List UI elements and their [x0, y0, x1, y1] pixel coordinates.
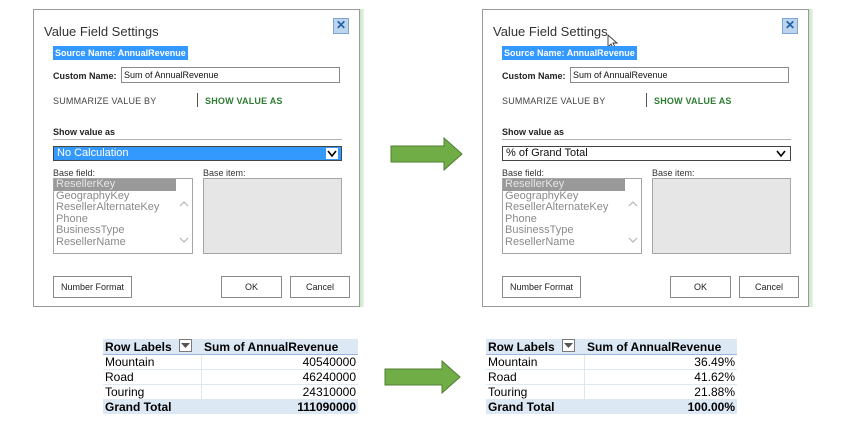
chevron-down-icon[interactable] — [775, 148, 787, 159]
pivot-table-after: Row Labels Sum of AnnualRevenue Mountain… — [486, 339, 737, 414]
base-item-list[interactable] — [652, 178, 791, 254]
custom-name-input[interactable]: Sum of AnnualRevenue — [121, 67, 340, 83]
grand-total-label: Grand Total — [486, 399, 585, 414]
cancel-button[interactable]: Cancel — [290, 276, 350, 298]
grand-total-row: Grand Total 100.00% — [486, 399, 737, 414]
row-labels-header: Row Labels — [103, 339, 202, 355]
list-item[interactable]: BusinessType — [54, 224, 176, 237]
table-row: Touring 21.88% — [486, 384, 737, 400]
base-field-list[interactable]: ResellerKey GeographyKey ResellerAlterna… — [502, 178, 642, 254]
arrow-right-icon — [384, 360, 461, 394]
cancel-button[interactable]: Cancel — [739, 276, 799, 298]
list-item[interactable]: ResellerAlternateKey — [503, 201, 625, 214]
section-divider — [53, 139, 342, 140]
pivot-header-row: Row Labels Sum of AnnualRevenue — [486, 339, 737, 355]
base-item-label: Base item: — [652, 168, 695, 178]
tab-summarize-value-by[interactable]: SUMMARIZE VALUE BY — [502, 96, 605, 106]
scroll-up-icon[interactable] — [628, 195, 638, 207]
row-value: 40540000 — [201, 354, 358, 370]
scroll-up-icon[interactable] — [179, 195, 189, 207]
tab-separator — [646, 93, 647, 107]
table-row: Mountain 40540000 — [103, 354, 358, 370]
close-icon[interactable]: ✕ — [333, 18, 349, 34]
list-item[interactable]: ResellerKey — [503, 179, 625, 191]
row-value: 41.62% — [584, 369, 737, 385]
source-name: Source Name: AnnualRevenue — [53, 46, 188, 60]
row-value: 46240000 — [201, 369, 358, 385]
base-item-label: Base item: — [203, 168, 246, 178]
table-row: Road 46240000 — [103, 369, 358, 385]
value-field-settings-dialog-after: Value Field Settings ✕ Source Name: Annu… — [482, 9, 809, 307]
row-value: 36.49% — [584, 354, 737, 370]
custom-name-label: Custom Name: — [502, 71, 566, 81]
sheet-edge — [360, 9, 364, 307]
tab-separator — [197, 93, 198, 107]
filter-dropdown-icon[interactable] — [179, 339, 193, 352]
grand-total-value: 111090000 — [201, 399, 358, 414]
value-field-settings-dialog-before: Value Field Settings ✕ Source Name: Annu… — [33, 9, 360, 307]
row-label: Mountain — [103, 354, 202, 370]
custom-name-input[interactable]: Sum of AnnualRevenue — [570, 67, 789, 83]
values-header: Sum of AnnualRevenue — [201, 339, 358, 355]
pivot-header-row: Row Labels Sum of AnnualRevenue — [103, 339, 358, 355]
base-field-label: Base field: — [53, 168, 96, 178]
base-field-list[interactable]: ResellerKey GeographyKey ResellerAlterna… — [53, 178, 193, 254]
list-item[interactable]: ResellerName — [503, 236, 625, 249]
table-row: Mountain 36.49% — [486, 354, 737, 370]
tab-show-value-as[interactable]: SHOW VALUE AS — [205, 96, 283, 106]
section-divider — [502, 139, 791, 140]
list-item[interactable]: ResellerName — [54, 236, 176, 249]
chevron-down-icon[interactable] — [326, 148, 338, 159]
list-item[interactable]: BusinessType — [503, 224, 625, 237]
scroll-down-icon[interactable] — [179, 231, 189, 243]
row-label: Road — [486, 369, 585, 385]
table-row: Road 41.62% — [486, 369, 737, 385]
arrow-right-icon — [390, 137, 463, 171]
calculation-select[interactable]: % of Grand Total — [502, 146, 791, 161]
list-item[interactable]: ResellerAlternateKey — [54, 201, 176, 214]
values-header: Sum of AnnualRevenue — [584, 339, 737, 355]
base-field-label: Base field: — [502, 168, 545, 178]
grand-total-label: Grand Total — [103, 399, 202, 414]
source-name: Source Name: AnnualRevenue — [502, 46, 637, 60]
row-value: 24310000 — [201, 384, 358, 400]
calculation-select-value: No Calculation — [57, 147, 129, 159]
close-icon[interactable]: ✕ — [782, 18, 798, 34]
grand-total-value: 100.00% — [584, 399, 737, 414]
ok-button[interactable]: OK — [221, 276, 282, 298]
row-label: Mountain — [486, 354, 585, 370]
tab-summarize-value-by[interactable]: SUMMARIZE VALUE BY — [53, 96, 156, 106]
filter-dropdown-icon[interactable] — [562, 339, 576, 352]
pivot-table-before: Row Labels Sum of AnnualRevenue Mountain… — [103, 339, 358, 414]
list-item[interactable]: ResellerKey — [54, 179, 176, 191]
row-label: Touring — [486, 384, 585, 400]
row-label: Road — [103, 369, 202, 385]
show-value-as-label: Show value as — [53, 127, 116, 137]
base-item-list[interactable] — [203, 178, 342, 254]
row-labels-header: Row Labels — [486, 339, 585, 355]
table-row: Touring 24310000 — [103, 384, 358, 400]
number-format-button[interactable]: Number Format — [502, 276, 581, 298]
show-value-as-label: Show value as — [502, 127, 565, 137]
grand-total-row: Grand Total 111090000 — [103, 399, 358, 414]
calculation-select[interactable]: No Calculation — [53, 146, 342, 161]
row-value: 21.88% — [584, 384, 737, 400]
number-format-button[interactable]: Number Format — [53, 276, 132, 298]
dialog-title: Value Field Settings — [44, 24, 159, 39]
row-label: Touring — [103, 384, 202, 400]
sheet-edge — [809, 9, 813, 307]
dialog-title: Value Field Settings — [493, 24, 608, 39]
custom-name-label: Custom Name: — [53, 71, 117, 81]
tab-show-value-as[interactable]: SHOW VALUE AS — [654, 96, 732, 106]
scroll-down-icon[interactable] — [628, 231, 638, 243]
calculation-select-value: % of Grand Total — [506, 147, 588, 159]
ok-button[interactable]: OK — [670, 276, 731, 298]
